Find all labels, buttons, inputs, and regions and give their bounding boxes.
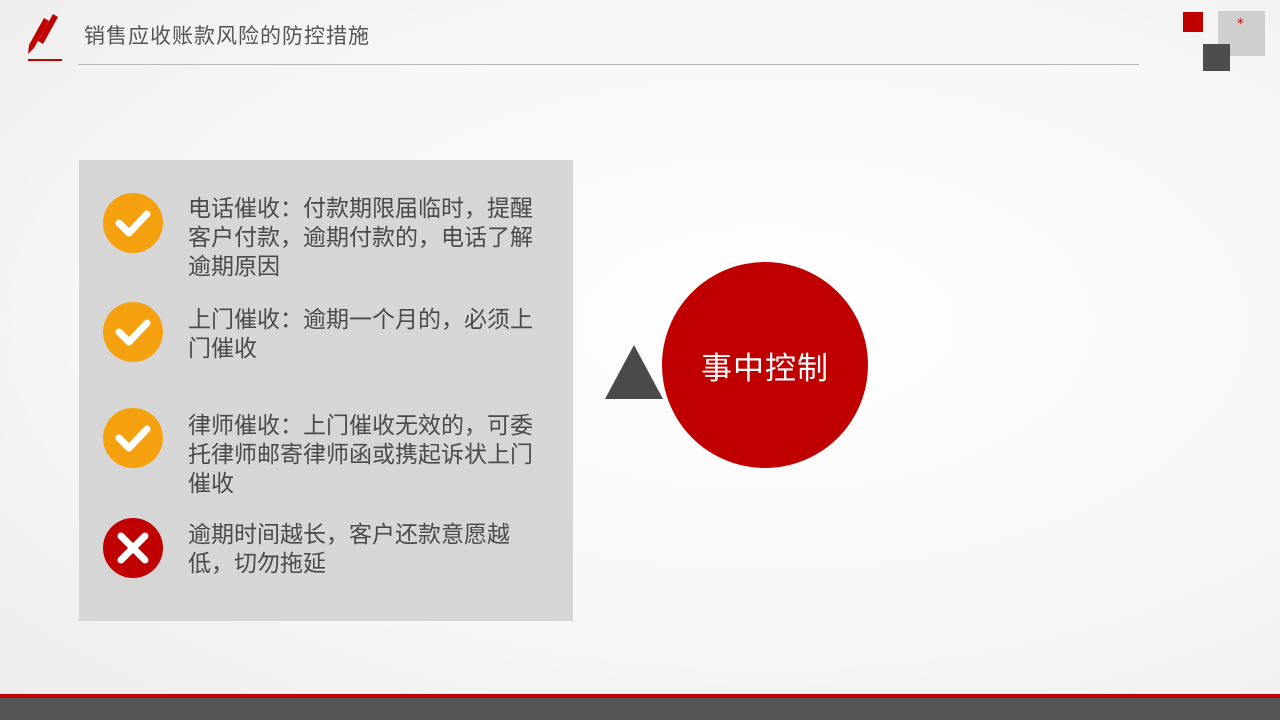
decorative-star: * (1237, 17, 1244, 32)
footer-bar (0, 698, 1280, 720)
triangle-pointer-icon (605, 345, 663, 399)
measures-panel: 电话催收：付款期限届临时，提醒客户付款，逾期付款的，电话了解逾期原因 上门催收：… (79, 160, 573, 621)
header-divider (78, 64, 1139, 65)
pencil-icon (28, 14, 62, 61)
check-circle-icon (102, 407, 164, 469)
list-item-text: 电话催收：付款期限届临时，提醒客户付款，逾期付款的，电话了解逾期原因 (188, 196, 533, 280)
stage-circle: 事中控制 (662, 262, 868, 468)
stage-label: 事中控制 (701, 350, 829, 387)
decorative-red-square (1183, 12, 1203, 32)
check-circle-icon (102, 301, 164, 363)
check-circle-icon (102, 192, 164, 254)
cross-circle-icon (102, 517, 164, 579)
page-title: 销售应收账款风险的防控措施 (84, 24, 370, 48)
list-item-text: 律师催收：上门催收无效的，可委托律师邮寄律师函或携起诉状上门催收 (188, 413, 533, 497)
decorative-dark-square (1203, 44, 1230, 71)
list-item-text: 逾期时间越长，客户还款意愿越低，切勿拖延 (188, 522, 510, 577)
list-item-text: 上门催收：逾期一个月的，必须上门催收 (188, 307, 533, 362)
